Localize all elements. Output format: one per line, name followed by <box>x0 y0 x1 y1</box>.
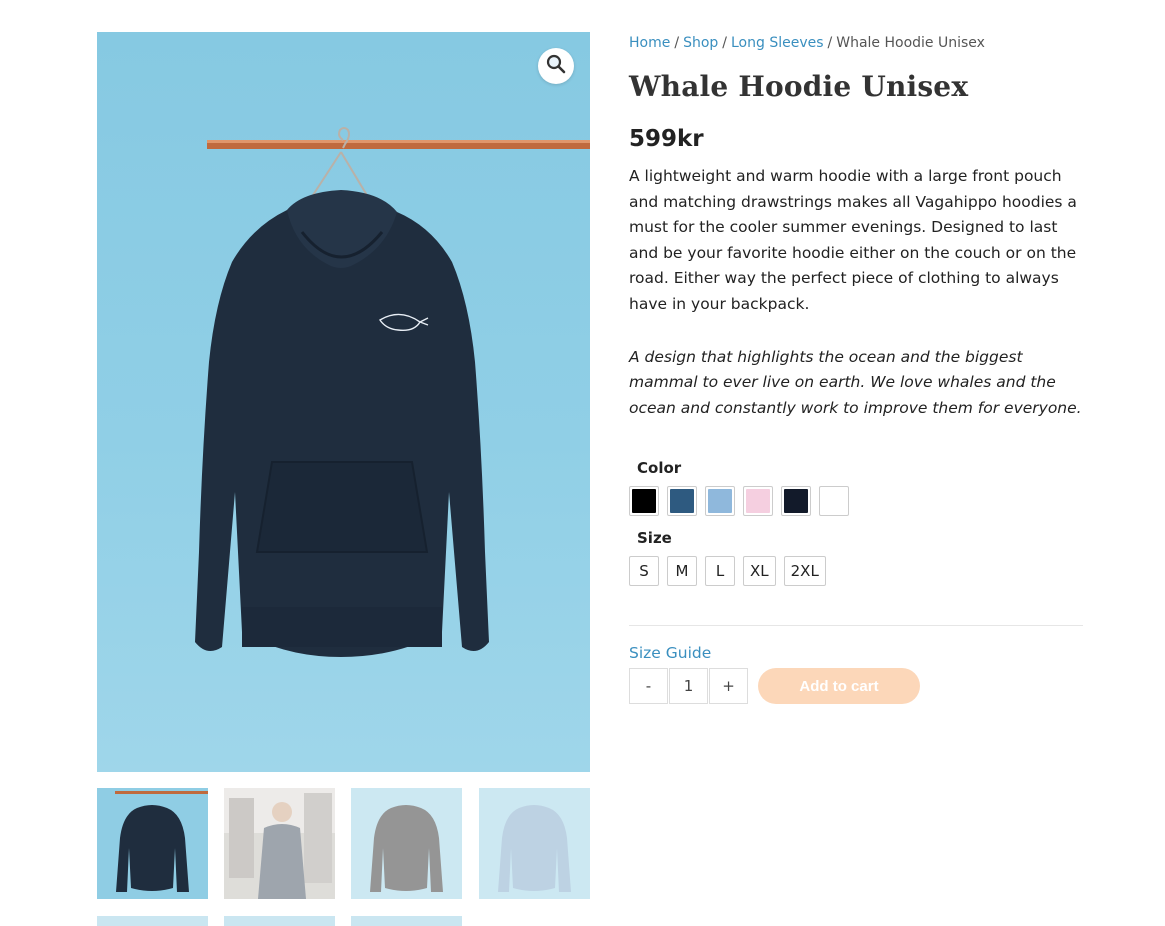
color-swatch-light-blue[interactable] <box>705 486 735 516</box>
color-swatch-navy[interactable] <box>781 486 811 516</box>
divider <box>629 625 1083 626</box>
variations-form: Color Size S M L XL 2XL Size Guide - 1 +… <box>629 0 1083 922</box>
color-swatch-black[interactable] <box>629 486 659 516</box>
color-swatches <box>629 486 849 516</box>
main-product-image[interactable] <box>97 32 590 772</box>
gallery-thumbnail[interactable] <box>97 916 208 926</box>
size-option-l[interactable]: L <box>705 556 735 586</box>
size-option-s[interactable]: S <box>629 556 659 586</box>
magnifier-icon <box>546 54 566 78</box>
quantity-input[interactable]: 1 <box>669 668 708 704</box>
gallery-thumbnail[interactable] <box>479 788 590 899</box>
quantity-plus-button[interactable]: + <box>709 668 748 704</box>
size-option-m[interactable]: M <box>667 556 697 586</box>
size-guide-link[interactable]: Size Guide <box>629 644 711 662</box>
hoodie-illustration <box>195 127 590 657</box>
size-option-2xl[interactable]: 2XL <box>783 556 826 586</box>
quantity-minus-button[interactable]: - <box>629 668 668 704</box>
size-options: S M L XL 2XL <box>629 556 826 586</box>
gallery-thumbnail[interactable] <box>97 788 208 899</box>
color-label: Color <box>637 459 682 477</box>
add-to-cart-button[interactable]: Add to cart <box>758 668 920 704</box>
color-swatch-white[interactable] <box>819 486 849 516</box>
gallery-thumbnail[interactable] <box>224 916 335 926</box>
color-swatch-pink[interactable] <box>743 486 773 516</box>
size-label: Size <box>637 529 672 547</box>
zoom-button[interactable] <box>538 48 574 84</box>
color-swatch-denim[interactable] <box>667 486 697 516</box>
quantity-stepper: - 1 + <box>629 668 748 704</box>
gallery-thumbnail[interactable] <box>224 788 335 899</box>
gallery-thumbnail[interactable] <box>351 788 462 899</box>
gallery-thumbnail[interactable] <box>351 916 462 926</box>
size-option-xl[interactable]: XL <box>743 556 776 586</box>
